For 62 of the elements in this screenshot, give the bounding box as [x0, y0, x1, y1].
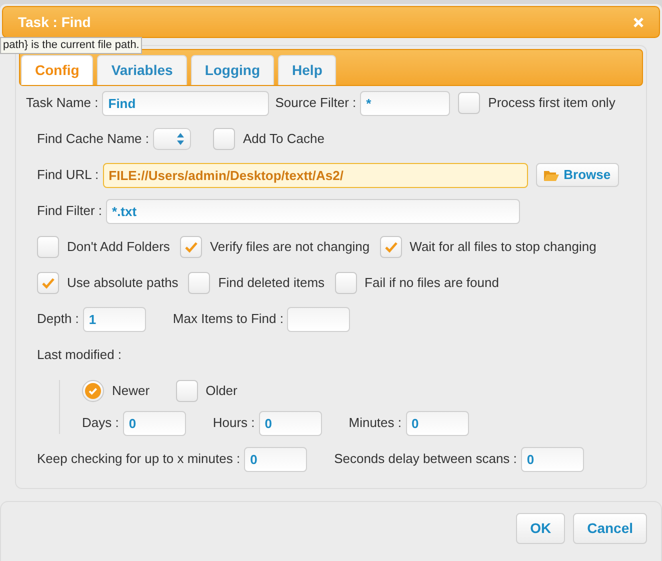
checkbox[interactable] — [213, 128, 235, 150]
checkbox-label: Older — [206, 382, 238, 400]
input-field[interactable]: 0 — [406, 410, 468, 436]
check-icon — [184, 241, 198, 253]
checkbox[interactable] — [334, 272, 357, 294]
checkbox-label: Add To Cache — [243, 130, 324, 148]
input-field[interactable]: 0 — [520, 446, 584, 472]
input-field[interactable]: 0 — [122, 410, 186, 436]
checkbox-label: Verify files are not changing — [210, 238, 370, 256]
field-label: Hours : — [212, 414, 255, 432]
tab[interactable]: Help — [278, 55, 336, 85]
close-button[interactable] — [632, 16, 644, 28]
check-icon — [384, 241, 398, 253]
checkbox-label: Newer — [112, 382, 150, 400]
field-label: Minutes : — [348, 414, 402, 432]
checkbox[interactable] — [37, 236, 59, 258]
stepper-icon — [177, 133, 184, 145]
folder-icon — [544, 170, 559, 180]
input-field[interactable]: Find — [102, 90, 270, 116]
checkbox[interactable] — [458, 92, 480, 114]
field-label: Last modified : — [37, 346, 122, 364]
field-label: Max Items to Find : — [172, 310, 284, 328]
field-label: Find Filter : — [37, 202, 102, 220]
input-field[interactable]: FILE://Users/admin/Desktop/textt/As2/ — [102, 162, 528, 188]
field-label: Source Filter : — [275, 94, 356, 112]
input-field[interactable]: 1 — [82, 306, 146, 332]
tab[interactable]: Logging — [190, 55, 274, 85]
checkbox-label: Fail if no files are found — [364, 274, 499, 292]
check-icon — [41, 277, 55, 289]
field-label: Task Name : — [26, 94, 98, 112]
checkbox-label: Use absolute paths — [67, 274, 178, 292]
tooltip: path} is the current file path. — [0, 37, 142, 54]
checkbox[interactable] — [180, 236, 202, 258]
checkbox[interactable] — [188, 272, 210, 294]
input-field[interactable]: * — [360, 90, 450, 116]
checkbox-label: Don't Add Folders — [67, 238, 170, 256]
field-label: Seconds delay between scans : — [334, 450, 517, 468]
dropdown[interactable] — [153, 128, 191, 150]
ok-button[interactable]: OK — [516, 513, 566, 544]
input-field[interactable]: *.txt — [106, 198, 520, 224]
tab[interactable]: Config — [21, 55, 94, 85]
checkbox[interactable] — [380, 236, 402, 258]
checkbox-label: Find deleted items — [218, 274, 325, 292]
field-label: Days : — [82, 414, 119, 432]
tab[interactable]: Variables — [97, 55, 187, 85]
checkbox[interactable] — [37, 272, 59, 294]
checkbox[interactable] — [176, 380, 198, 402]
check-icon — [85, 383, 101, 399]
field-label: Find URL : — [37, 166, 99, 184]
checkbox-label: Wait for all files to stop changing — [410, 238, 596, 256]
radio-button[interactable] — [82, 380, 104, 402]
close-icon — [632, 16, 644, 28]
input-field[interactable] — [287, 306, 350, 332]
checkbox-label: Process first item only — [488, 94, 616, 112]
input-field[interactable]: 0 — [244, 446, 308, 472]
input-field[interactable]: 0 — [258, 410, 322, 436]
window-title: Task : Find — [18, 12, 91, 32]
field-label: Depth : — [37, 310, 79, 328]
field-label: Keep checking for up to x minutes : — [37, 450, 240, 468]
field-label: Find Cache Name : — [37, 130, 149, 148]
cancel-button[interactable]: Cancel — [573, 513, 647, 544]
browse-button[interactable]: Browse — [536, 163, 619, 187]
